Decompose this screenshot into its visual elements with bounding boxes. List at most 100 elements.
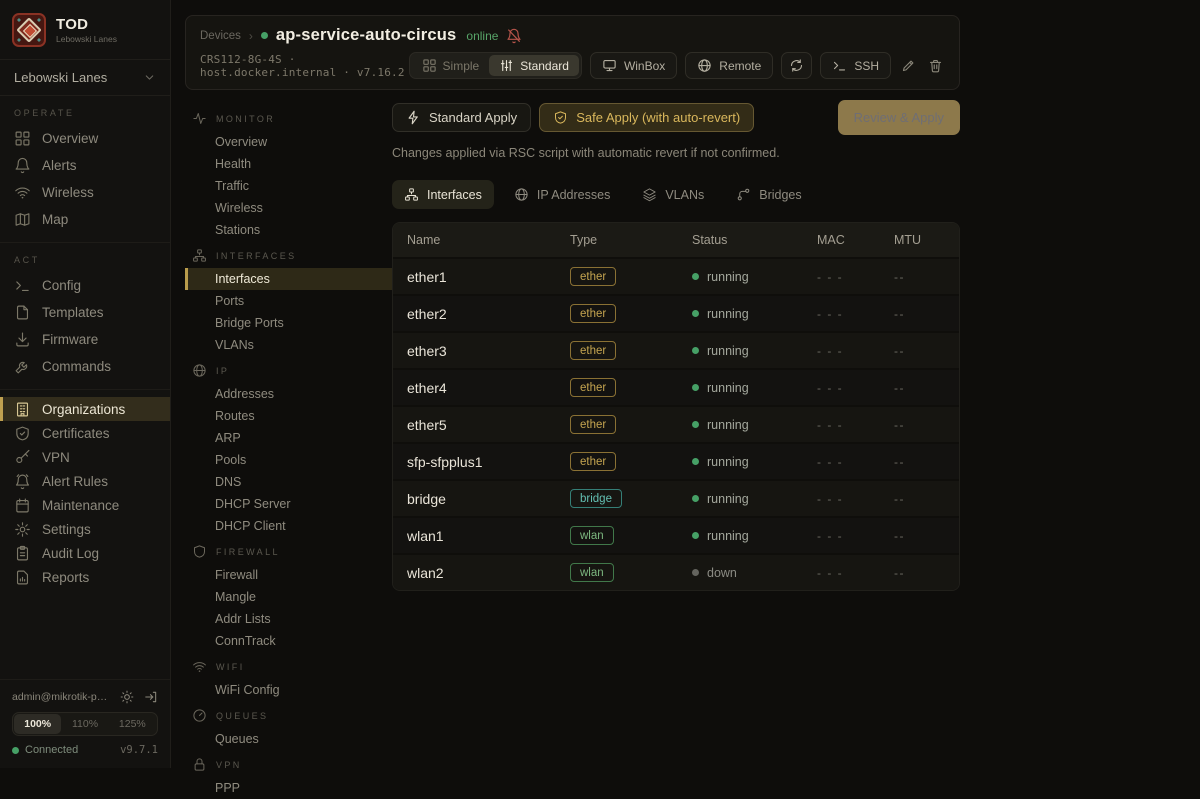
- status-dot: [692, 532, 699, 539]
- globe-button-remote[interactable]: Remote: [685, 52, 773, 79]
- sidebar-item-maintenance[interactable]: Maintenance: [0, 493, 170, 517]
- safe-apply-button[interactable]: Safe Apply (with auto-revert): [539, 103, 754, 132]
- subnav-item-health[interactable]: Health: [185, 153, 392, 175]
- sidebar-item-label: Templates: [42, 304, 104, 321]
- subnav-item-arp[interactable]: ARP: [185, 427, 392, 449]
- tab-bridges[interactable]: Bridges: [724, 180, 813, 209]
- sidebar-item-organizations[interactable]: Organizations: [0, 397, 170, 421]
- user-email: admin@mikrotik-portal.dev: [12, 691, 110, 703]
- notifications-muted-button[interactable]: [506, 28, 522, 44]
- interface-type-cell: ether: [570, 415, 692, 435]
- sidebar-item-audit-log[interactable]: Audit Log: [0, 541, 170, 565]
- sun-icon: [120, 690, 134, 704]
- subnav-item-conntrack[interactable]: ConnTrack: [185, 630, 392, 652]
- sidebar-item-map[interactable]: Map: [0, 206, 170, 233]
- subnav-item-dns[interactable]: DNS: [185, 471, 392, 493]
- ui-zoom-110[interactable]: 110%: [61, 714, 108, 734]
- globe-icon: [514, 187, 529, 202]
- pencil-button[interactable]: [899, 56, 918, 75]
- subnav-item-wifi-config[interactable]: WiFi Config: [185, 679, 392, 701]
- network-icon: [404, 187, 419, 202]
- tab-interfaces[interactable]: Interfaces: [392, 180, 494, 209]
- subnav-item-pools[interactable]: Pools: [185, 449, 392, 471]
- pulse-icon: [192, 111, 207, 126]
- subnav-section-queues: QUEUES: [185, 701, 392, 728]
- sidebar-item-firmware[interactable]: Firmware: [0, 326, 170, 353]
- sidebar-item-alert-rules[interactable]: Alert Rules: [0, 469, 170, 493]
- sidebar-item-config[interactable]: Config: [0, 272, 170, 299]
- monitor-button-winbox[interactable]: WinBox: [590, 52, 677, 79]
- sidebar-item-vpn[interactable]: VPN: [0, 445, 170, 469]
- tab-label: Interfaces: [427, 188, 482, 202]
- ui-zoom-100[interactable]: 100%: [14, 714, 61, 734]
- trash-button[interactable]: [926, 56, 945, 75]
- subnav-item-mangle[interactable]: Mangle: [185, 586, 392, 608]
- subnav-item-queues[interactable]: Queues: [185, 728, 392, 750]
- table-row-ether2[interactable]: ether2etherrunning- - ---: [393, 294, 959, 331]
- subnav-item-ppp[interactable]: PPP: [185, 777, 392, 799]
- interface-mac: - - -: [817, 566, 894, 580]
- table-row-wlan2[interactable]: wlan2wlandown- - ---: [393, 553, 959, 590]
- terminal-button-ssh[interactable]: SSH: [820, 52, 891, 79]
- sidebar-item-certificates[interactable]: Certificates: [0, 421, 170, 445]
- standard-apply-button[interactable]: Standard Apply: [392, 103, 531, 132]
- status-label: running: [707, 455, 749, 469]
- sidebar-item-wireless[interactable]: Wireless: [0, 179, 170, 206]
- tab-label: IP Addresses: [537, 188, 610, 202]
- subnav-item-vlans[interactable]: VLANs: [185, 334, 392, 356]
- subnav-item-firewall[interactable]: Firewall: [185, 564, 392, 586]
- sidebar-item-label: Certificates: [42, 425, 110, 442]
- sidebar-item-templates[interactable]: Templates: [0, 299, 170, 326]
- subnav-item-traffic[interactable]: Traffic: [185, 175, 392, 197]
- table-row-ether3[interactable]: ether3etherrunning- - ---: [393, 331, 959, 368]
- table-row-wlan1[interactable]: wlan1wlanrunning- - ---: [393, 516, 959, 553]
- subnav-item-interfaces[interactable]: Interfaces: [185, 268, 392, 290]
- interface-status: running: [692, 529, 817, 543]
- subnav-item-ports[interactable]: Ports: [185, 290, 392, 312]
- review-apply-button[interactable]: Review & Apply: [838, 100, 960, 135]
- table-row-ether4[interactable]: ether4etherrunning- - ---: [393, 368, 959, 405]
- tab-vlans[interactable]: VLANs: [630, 180, 716, 209]
- sidebar-item-overview[interactable]: Overview: [0, 125, 170, 152]
- status-dot: [692, 458, 699, 465]
- subnav-item-wireless[interactable]: Wireless: [185, 197, 392, 219]
- view-mode-simple[interactable]: Simple: [412, 55, 490, 76]
- network-icon: [192, 248, 207, 263]
- sidebar-item-alerts[interactable]: Alerts: [0, 152, 170, 179]
- interface-mtu: --: [894, 344, 945, 358]
- subnav-item-addresses[interactable]: Addresses: [185, 383, 392, 405]
- table-row-ether1[interactable]: ether1etherrunning- - ---: [393, 257, 959, 294]
- subnav-item-overview[interactable]: Overview: [185, 131, 392, 153]
- subnav-item-bridge-ports[interactable]: Bridge Ports: [185, 312, 392, 334]
- subnav-section-label: INTERFACES: [216, 251, 297, 261]
- apply-note: Changes applied via RSC script with auto…: [392, 146, 960, 160]
- table-row-ether5[interactable]: ether5etherrunning- - ---: [393, 405, 959, 442]
- table-row-bridge[interactable]: bridgebridgerunning- - ---: [393, 479, 959, 516]
- subnav-item-dhcp-server[interactable]: DHCP Server: [185, 493, 392, 515]
- subnav-item-dhcp-client[interactable]: DHCP Client: [185, 515, 392, 537]
- subnav-item-addr-lists[interactable]: Addr Lists: [185, 608, 392, 630]
- subnav-item-routes[interactable]: Routes: [185, 405, 392, 427]
- sidebar-item-reports[interactable]: Reports: [0, 565, 170, 589]
- ui-zoom-125[interactable]: 125%: [109, 714, 156, 734]
- table-row-sfp-sfpplus1[interactable]: sfp-sfpplus1etherrunning- - ---: [393, 442, 959, 479]
- tab-label: Bridges: [759, 188, 801, 202]
- subnav-item-stations[interactable]: Stations: [185, 219, 392, 241]
- refresh-button[interactable]: [781, 52, 812, 79]
- breadcrumb[interactable]: Devices: [200, 30, 241, 42]
- interfaces-table: NameTypeStatusMACMTU ether1etherrunning-…: [392, 222, 960, 591]
- sidebar-item-settings[interactable]: Settings: [0, 517, 170, 541]
- tab-ip-addresses[interactable]: IP Addresses: [502, 180, 622, 209]
- sidebar-item-label: Organizations: [42, 401, 125, 418]
- sidebar-item-commands[interactable]: Commands: [0, 353, 170, 380]
- theme-toggle-button[interactable]: [120, 690, 134, 704]
- key-icon: [14, 449, 31, 466]
- sidebar-section-operate: OPERATEOverviewAlertsWirelessMap: [0, 100, 170, 239]
- interface-status: running: [692, 344, 817, 358]
- logout-button[interactable]: [144, 690, 158, 704]
- org-selector[interactable]: Lebowski Lanes: [0, 60, 170, 96]
- view-mode-standard[interactable]: Standard: [489, 55, 579, 76]
- interface-status: running: [692, 492, 817, 506]
- interface-name: ether2: [407, 306, 570, 322]
- type-badge: ether: [570, 452, 616, 471]
